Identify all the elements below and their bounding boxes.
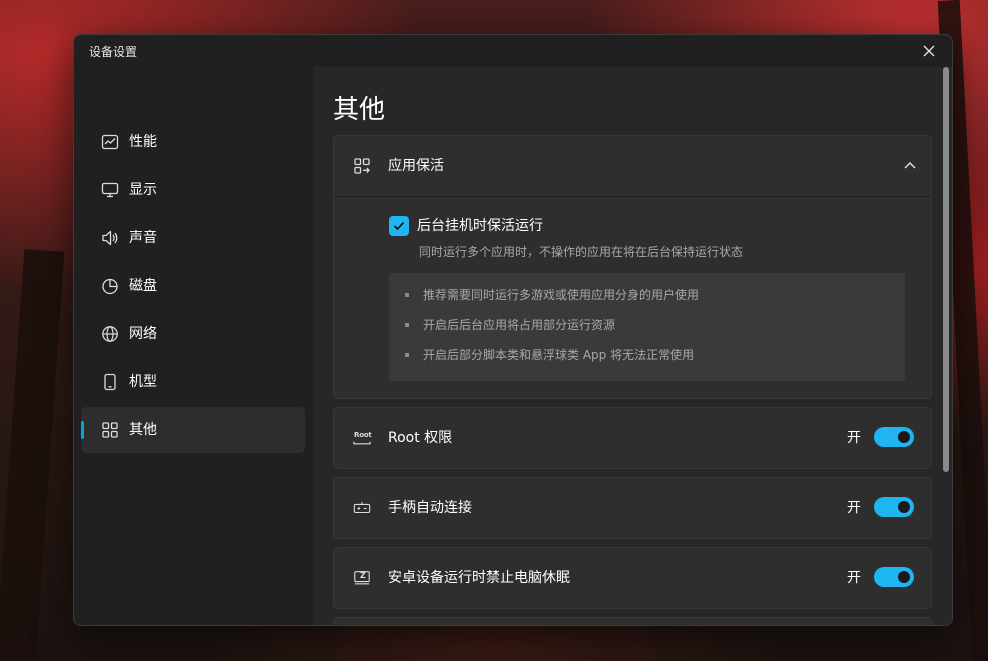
sidebar-item-device-model[interactable]: 机型: [81, 359, 305, 405]
tip-text: 开启后部分脚本类和悬浮球类 App 将无法正常使用: [423, 348, 695, 362]
gamepad-icon: [353, 499, 371, 517]
close-icon: [923, 45, 935, 57]
keepalive-card: 应用保活 后台挂机时保活运行 同时运行多个应用时，不操作的应用在将在后台保持运行…: [333, 135, 932, 399]
sidebar-item-label: 性能: [129, 134, 157, 150]
toggle-knob: [898, 431, 910, 443]
title-bar: 设备设置: [74, 35, 952, 67]
root-icon: Root: [353, 429, 372, 447]
keepalive-checkbox-label[interactable]: 后台挂机时保活运行: [417, 216, 543, 236]
sidebar-item-label: 网络: [129, 326, 157, 342]
gamepad-setting-card: 手柄自动连接 开: [333, 477, 932, 539]
sidebar-item-label: 其他: [129, 422, 157, 438]
sleep-setting-label: 安卓设备运行时禁止电脑休眠: [388, 570, 570, 586]
bullet: [405, 323, 409, 327]
sleep-setting-card: Z 安卓设备运行时禁止电脑休眠 开: [333, 547, 932, 609]
sleep-icon: Z: [353, 569, 371, 587]
page-title: 其他: [333, 95, 386, 125]
sidebar-item-performance[interactable]: 性能: [81, 119, 305, 165]
tip-item: 推荐需要同时运行多游戏或使用应用分身的用户使用: [405, 286, 699, 304]
sidebar-item-label: 磁盘: [129, 278, 157, 294]
sleep-setting-row: Z 安卓设备运行时禁止电脑休眠 开: [334, 548, 931, 608]
sidebar-item-label: 显示: [129, 182, 157, 198]
globe-icon: [101, 325, 119, 343]
chart-icon: [101, 133, 119, 151]
scrollbar[interactable]: [943, 67, 949, 472]
settings-window: 设备设置 性能 显示 声音 磁盘 网络 机型 其他 其他 应用保活 后台挂机时保…: [73, 34, 953, 626]
next-setting-card: [333, 617, 932, 625]
sidebar-item-label: 声音: [129, 230, 157, 246]
tip-item: 开启后后台应用将占用部分运行资源: [405, 316, 615, 334]
content-pane: 其他 应用保活 后台挂机时保活运行 同时运行多个应用时，不操作的应用在将在后台保…: [313, 67, 952, 625]
toggle-knob: [898, 501, 910, 513]
tip-text: 开启后后台应用将占用部分运行资源: [423, 318, 616, 332]
keepalive-title: 应用保活: [388, 158, 444, 174]
speaker-icon: [101, 229, 119, 247]
bullet: [405, 293, 409, 297]
tip-item: 开启后部分脚本类和悬浮球类 App 将无法正常使用: [405, 346, 694, 364]
gamepad-toggle[interactable]: [874, 497, 914, 517]
sidebar: 性能 显示 声音 磁盘 网络 机型 其他: [74, 67, 312, 625]
bullet: [405, 353, 409, 357]
keepalive-header[interactable]: 应用保活: [334, 136, 931, 196]
gamepad-setting-label: 手柄自动连接: [388, 500, 472, 516]
gamepad-setting-row: 手柄自动连接 开: [334, 478, 931, 538]
sleep-icon-text: Z: [360, 571, 366, 580]
apps-icon: [101, 421, 119, 439]
phone-icon: [101, 373, 119, 391]
chevron-up-icon: [904, 162, 916, 169]
pie-chart-icon: [101, 277, 119, 295]
sidebar-item-display[interactable]: 显示: [81, 167, 305, 213]
tip-text: 推荐需要同时运行多游戏或使用应用分身的用户使用: [423, 288, 700, 302]
root-state-text: 开: [847, 430, 861, 446]
monitor-icon: [101, 181, 119, 199]
root-setting-card: Root Root 权限 开: [333, 407, 932, 469]
root-icon-text: Root: [354, 431, 372, 439]
gamepad-state-text: 开: [847, 500, 861, 516]
sleep-state-text: 开: [847, 570, 861, 586]
toggle-knob: [898, 571, 910, 583]
sidebar-item-sound[interactable]: 声音: [81, 215, 305, 261]
sidebar-item-other[interactable]: 其他: [81, 407, 305, 453]
background-tree: [0, 249, 65, 661]
root-toggle[interactable]: [874, 427, 914, 447]
root-setting-label: Root 权限: [388, 430, 453, 446]
window-title: 设备设置: [89, 44, 138, 59]
root-setting-row: Root Root 权限 开: [334, 408, 931, 468]
collapse-button[interactable]: [899, 154, 921, 176]
sidebar-item-disk[interactable]: 磁盘: [81, 263, 305, 309]
close-button[interactable]: [914, 37, 944, 65]
keepalive-description: 同时运行多个应用时，不操作的应用在将在后台保持运行状态: [419, 245, 744, 259]
apps-arrow-icon: [353, 157, 371, 175]
sidebar-item-label: 机型: [129, 374, 157, 390]
tips-box: 推荐需要同时运行多游戏或使用应用分身的用户使用 开启后后台应用将占用部分运行资源…: [389, 273, 905, 381]
checkmark-icon: [393, 221, 405, 231]
divider: [334, 196, 931, 197]
keepalive-checkbox[interactable]: [389, 216, 409, 236]
sleep-toggle[interactable]: [874, 567, 914, 587]
sidebar-item-network[interactable]: 网络: [81, 311, 305, 357]
